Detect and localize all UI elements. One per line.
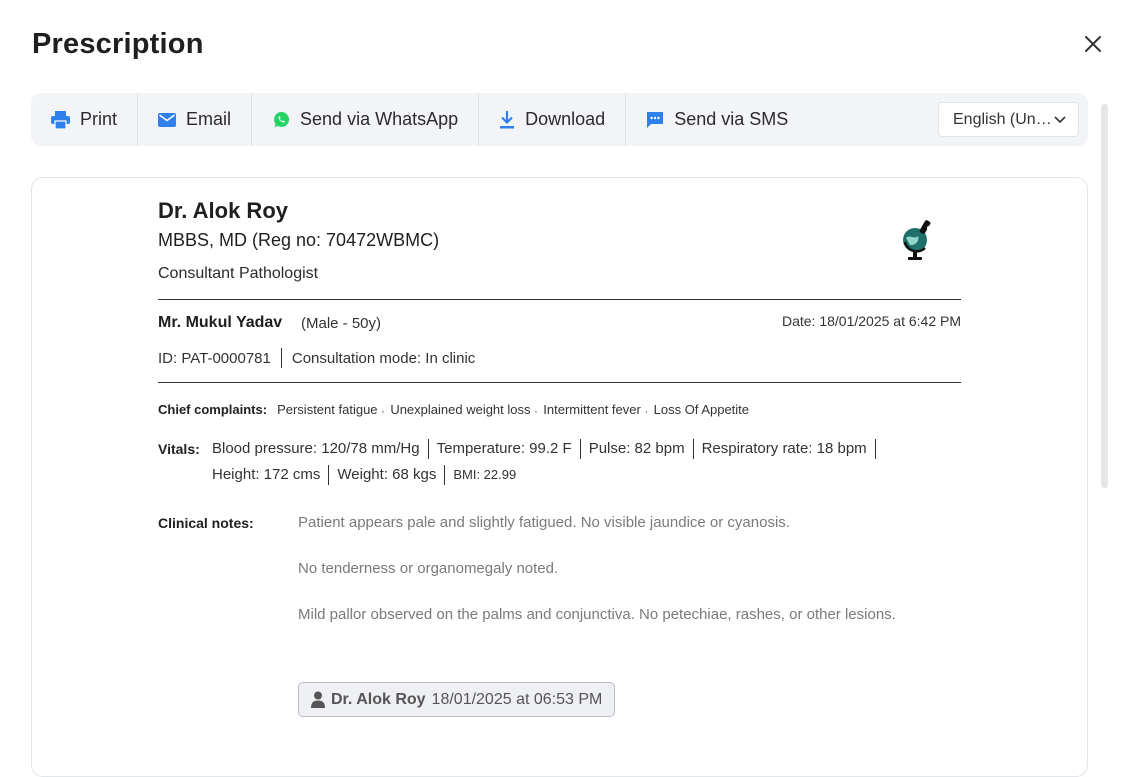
complaint-item: Intermittent fever	[543, 402, 641, 417]
separator	[444, 465, 446, 486]
vital-height: Height: 172 cms	[212, 466, 321, 483]
download-label: Download	[525, 109, 606, 129]
email-label: Email	[186, 109, 232, 129]
whatsapp-icon	[274, 111, 290, 127]
consultation-mode: Consultation mode: In clinic	[291, 349, 476, 367]
patient-id: ID: PAT-0000781	[158, 349, 271, 367]
bullet-separator: ,	[534, 404, 538, 415]
bullet-separator: ,	[644, 404, 648, 415]
vitals-list: Blood pressure: 120/78 mm/Hg Temperature:…	[212, 436, 912, 488]
author-name: Dr. Alok Roy	[331, 690, 426, 708]
separator	[874, 439, 876, 460]
print-label: Print	[80, 109, 118, 129]
printer-icon	[51, 110, 70, 129]
doctor-name: Dr. Alok Roy	[158, 198, 288, 223]
chevron-down-icon	[1054, 115, 1066, 123]
print-button[interactable]: Print	[31, 93, 139, 146]
doctor-degree: MBBS, MD (Reg no: 70472WBMC)	[158, 230, 440, 250]
note-author-chip: Dr. Alok Roy 18/01/2025 at 06:53 PM	[298, 682, 616, 717]
patient-name: Mr. Mukul Yadav	[158, 314, 283, 331]
complaint-item: Persistent fatigue	[277, 402, 378, 417]
bullet-separator: ,	[381, 404, 385, 415]
complaints-label: Chief complaints:	[158, 402, 268, 417]
separator	[692, 439, 694, 460]
vital-bmi: BMI: 22.99	[453, 467, 517, 482]
doctor-role: Consultant Pathologist	[158, 265, 319, 282]
dialog-title: Prescription	[32, 28, 204, 60]
clinical-note: No tenderness or organomegaly noted.	[298, 560, 559, 577]
vital-temp: Temperature: 99.2 F	[436, 440, 572, 457]
download-button[interactable]: Download	[479, 93, 627, 146]
user-icon	[311, 691, 325, 708]
action-toolbar: Print Email Send via WhatsApp Download S…	[31, 93, 1088, 146]
complaint-item: Loss Of Appetite	[653, 402, 750, 417]
header-divider	[158, 299, 961, 300]
scrollbar-thumb[interactable]	[1101, 104, 1108, 488]
separator	[579, 439, 581, 460]
prescription-date: Date: 18/01/2025 at 6:42 PM	[781, 313, 961, 329]
clinical-notes-label: Clinical notes:	[158, 515, 254, 531]
email-button[interactable]: Email	[138, 93, 253, 146]
separator	[427, 439, 429, 460]
author-timestamp: 18/01/2025 at 06:53 PM	[431, 690, 603, 708]
vital-pulse: Pulse: 82 bpm	[588, 440, 685, 457]
separator	[280, 348, 282, 368]
whatsapp-label: Send via WhatsApp	[300, 109, 459, 129]
sms-button[interactable]: Send via SMS	[626, 93, 808, 146]
vital-bp: Blood pressure: 120/78 mm/Hg	[212, 440, 420, 457]
sms-label: Send via SMS	[674, 109, 789, 129]
patient-meta: (Male - 50y)	[301, 315, 382, 332]
clinic-logo-icon	[903, 220, 931, 260]
mail-icon	[158, 112, 177, 127]
patient-divider	[158, 382, 961, 383]
chief-complaints: Chief complaints: Persistent fatigue, Un…	[158, 402, 749, 417]
clinical-note: Patient appears pale and slightly fatigu…	[298, 514, 790, 531]
complaint-item: Unexplained weight loss	[390, 402, 531, 417]
clinical-note: Mild pallor observed on the palms and co…	[298, 606, 896, 623]
separator	[328, 465, 330, 486]
language-select[interactable]: English (United States)	[938, 102, 1079, 137]
vitals-label: Vitals:	[158, 441, 200, 457]
vital-weight: Weight: 68 kgs	[337, 466, 437, 483]
download-icon	[500, 110, 515, 128]
patient-id-line: ID: PAT-0000781 Consultation mode: In cl…	[158, 348, 475, 368]
sms-icon	[647, 111, 664, 128]
close-icon	[1085, 36, 1101, 52]
vital-resp: Respiratory rate: 18 bpm	[701, 440, 867, 457]
whatsapp-button[interactable]: Send via WhatsApp	[252, 93, 480, 146]
language-value: English (United States)	[953, 110, 1054, 128]
close-button[interactable]	[1081, 32, 1105, 56]
